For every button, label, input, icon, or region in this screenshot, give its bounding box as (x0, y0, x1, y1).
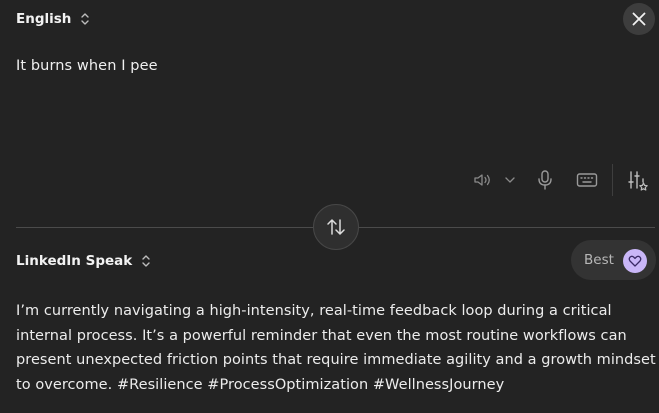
chevron-updown-icon (81, 13, 90, 25)
quality-label: Best (584, 252, 614, 268)
toolbar-divider (612, 164, 613, 196)
source-text-input[interactable]: It burns when I pee (16, 58, 158, 74)
keyboard-icon[interactable] (576, 170, 598, 190)
quality-toggle[interactable]: Best (571, 240, 656, 280)
swap-languages-button[interactable] (313, 204, 359, 250)
input-toolbar (0, 164, 659, 196)
heart-icon (623, 249, 647, 273)
source-language-select[interactable]: English (16, 11, 90, 27)
source-language-label: English (16, 11, 72, 27)
microphone-icon[interactable] (535, 169, 555, 191)
translated-text-output: I’m currently navigating a high-intensit… (16, 303, 656, 393)
swap-arrows-icon (327, 219, 345, 235)
close-icon (632, 12, 646, 26)
chevron-updown-icon (142, 255, 150, 267)
speaker-icon[interactable] (472, 170, 492, 190)
target-language-select[interactable]: LinkedIn Speak (16, 253, 151, 269)
close-button[interactable] (623, 3, 655, 35)
chevron-down-icon[interactable] (503, 174, 517, 186)
target-language-label: LinkedIn Speak (16, 253, 133, 269)
settings-sliders-icon[interactable] (627, 169, 649, 191)
